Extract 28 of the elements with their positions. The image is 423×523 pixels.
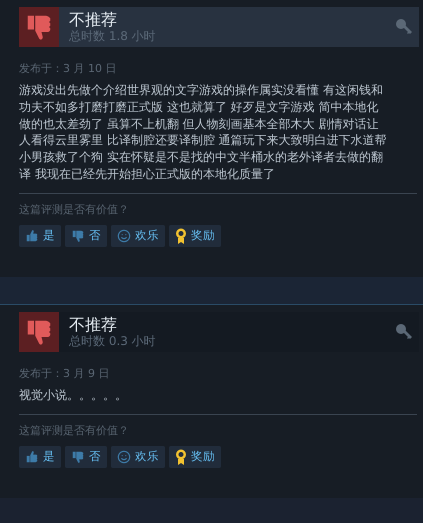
posted-date: 发布于：3 月 9 日 [19, 366, 110, 381]
helpful-question: 这篇评测是否有价值？ [19, 424, 130, 438]
yes-button[interactable]: 是 [19, 446, 61, 468]
key-icon [395, 18, 413, 36]
review-text: 视觉小说。。。。。 [19, 386, 128, 404]
award-icon [175, 228, 187, 244]
playtime-text: 总时数 0.3 小时 [69, 334, 157, 349]
yes-button[interactable]: 是 [19, 224, 61, 247]
playtime-text: 总时数 1.8 小时 [69, 29, 157, 44]
funny-button[interactable]: 欢乐 [111, 224, 165, 247]
verdict-title: 不推荐 [69, 10, 118, 29]
verdict-title: 不推荐 [69, 314, 118, 334]
thumbs-up-icon [25, 228, 39, 243]
smiley-icon [117, 450, 131, 464]
helpful-question: 这篇评测是否有价值？ [19, 202, 130, 217]
award-icon [175, 448, 187, 465]
review-text: 游戏没出先做个介绍世界观的文字游戏的操作属实没看懂 有这闲钱和功夫不如多打磨打磨正式版 这也就算了 好歹是文字游戏 简中本地化做的也太差劲了 虽算不上机翻 但人物刻画基本全部木大 剧情对话让人看得云里雾里 比译制腔还要译制腔 通篇玩下来大致明白进下水道帮小男孩救了个狗 实在怀疑是不是找的中文半桶水的老外译者去做的翻译 我现在已经先开始担心正式版的本地化质量了 [19, 82, 388, 183]
posted-date: 发布于：3 月 10 日 [19, 62, 118, 76]
smiley-icon [117, 228, 131, 243]
award-button[interactable]: 奖励 [169, 446, 221, 468]
key-icon [395, 322, 413, 341]
award-button[interactable]: 奖励 [169, 224, 221, 247]
no-button[interactable]: 否 [65, 446, 107, 468]
thumbs-down-icon [71, 450, 85, 464]
thumbs-down-icon [71, 228, 85, 243]
no-button[interactable]: 否 [65, 224, 107, 247]
funny-button[interactable]: 欢乐 [111, 446, 165, 468]
thumbs-up-icon [25, 450, 39, 464]
